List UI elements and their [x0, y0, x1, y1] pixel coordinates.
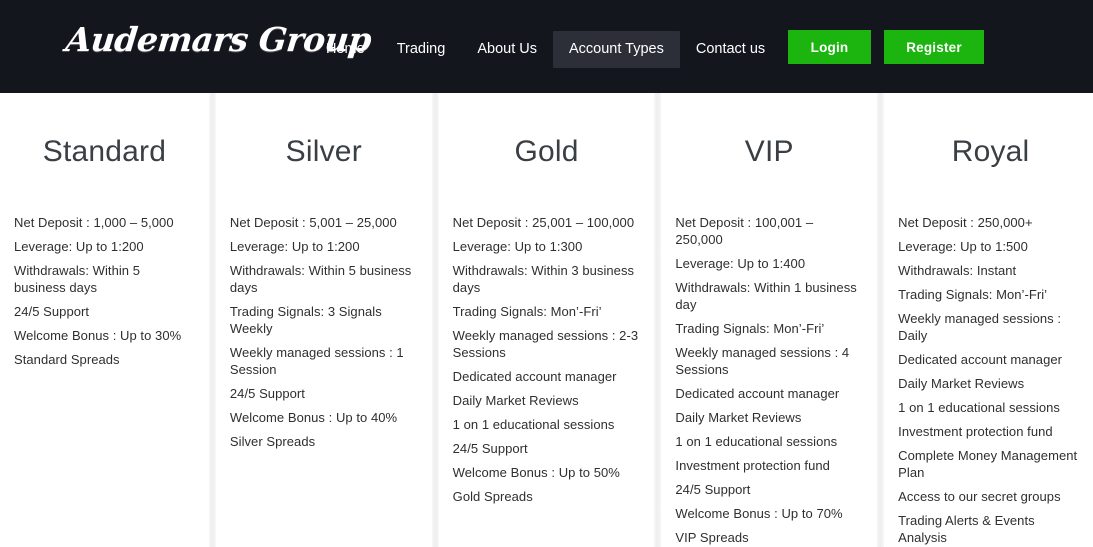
nav-item-trading[interactable]: Trading	[381, 31, 462, 68]
column-divider	[877, 93, 885, 547]
plan-feature-list: Net Deposit : 1,000 – 5,000 Leverage: Up…	[14, 214, 195, 368]
feature-item: Gold Spreads	[452, 489, 533, 504]
feature-item: Withdrawals: Instant	[898, 263, 1017, 278]
feature-item: Net Deposit : 100,001 – 250,000	[675, 215, 814, 247]
plan-feature-list: Net Deposit : 100,001 – 250,000 Leverage…	[675, 214, 863, 546]
nav-item-account-types[interactable]: Account Types	[552, 31, 680, 68]
feature-item: Welcome Bonus : Up to 30%	[14, 328, 182, 343]
feature-item: Standard Spreads	[14, 352, 120, 367]
plan-title: Silver	[285, 135, 362, 168]
feature-item: Complete Money Management Plan	[898, 448, 1078, 480]
feature-item: Net Deposit : 250,000+	[898, 215, 1033, 230]
column-divider	[208, 93, 216, 547]
feature-item: Investment protection fund	[675, 458, 830, 473]
feature-item: Net Deposit : 5,001 – 25,000	[229, 215, 397, 230]
plan-card-vip[interactable]: VIP Net Deposit : 100,001 – 250,000 Leve…	[661, 93, 878, 547]
feature-item: Daily Market Reviews	[898, 376, 1025, 391]
feature-item: Withdrawals: Within 1 business day	[675, 280, 857, 312]
nav-item-home[interactable]: Home	[310, 31, 381, 68]
auth-buttons: Login Register	[788, 30, 984, 64]
plan-title: Gold	[514, 135, 579, 168]
feature-item: Trading Signals: Mon’-Fri’	[675, 321, 825, 336]
feature-item: Trading Alerts & Events Analysis	[898, 513, 1035, 545]
plan-title: Royal	[951, 135, 1030, 168]
plan-feature-list: Net Deposit : 5,001 – 25,000 Leverage: U…	[230, 214, 418, 450]
feature-item: Welcome Bonus : Up to 50%	[452, 465, 620, 480]
feature-item: Leverage: Up to 1:200	[14, 239, 144, 254]
column-divider	[654, 93, 662, 547]
feature-item: Leverage: Up to 1:500	[898, 239, 1028, 254]
feature-item: Dedicated account manager	[898, 352, 1063, 367]
feature-item: Dedicated account manager	[675, 386, 840, 401]
column-divider	[431, 93, 439, 547]
feature-item: 24/5 Support	[229, 386, 305, 401]
nav-item-contact-us[interactable]: Contact us	[680, 31, 781, 68]
plan-card-royal[interactable]: Royal Net Deposit : 250,000+ Leverage: U…	[884, 93, 1093, 547]
feature-item: Investment protection fund	[898, 424, 1053, 439]
feature-item: Access to our secret groups	[898, 489, 1061, 504]
feature-item: Dedicated account manager	[452, 369, 617, 384]
feature-item: Withdrawals: Within 5 business days	[14, 263, 141, 295]
plan-title: Standard	[42, 135, 167, 168]
feature-item: Silver Spreads	[229, 434, 316, 449]
main-navigation: Home Trading About Us Account Types Cont…	[310, 31, 781, 68]
feature-item: Leverage: Up to 1:200	[229, 239, 360, 254]
feature-item: Weekly managed sessions : 4 Sessions	[675, 345, 850, 377]
pricing-table: Standard Net Deposit : 1,000 – 5,000 Lev…	[0, 93, 1093, 547]
feature-item: 1 on 1 educational sessions	[675, 434, 838, 449]
feature-item: Daily Market Reviews	[675, 410, 802, 425]
feature-item: Welcome Bonus : Up to 70%	[675, 506, 843, 521]
plan-title: VIP	[744, 135, 794, 168]
feature-item: Weekly managed sessions : 2-3 Sessions	[452, 328, 639, 360]
feature-item: Withdrawals: Within 3 business days	[452, 263, 635, 295]
plan-feature-list: Net Deposit : 250,000+ Leverage: Up to 1…	[898, 214, 1083, 547]
feature-item: Leverage: Up to 1:300	[452, 239, 583, 254]
feature-item: Net Deposit : 1,000 – 5,000	[14, 215, 174, 230]
feature-item: 24/5 Support	[452, 441, 528, 456]
nav-item-about-us[interactable]: About Us	[461, 31, 553, 68]
feature-item: 1 on 1 educational sessions	[452, 417, 615, 432]
plan-card-silver[interactable]: Silver Net Deposit : 5,001 – 25,000 Leve…	[215, 93, 432, 547]
plan-feature-list: Net Deposit : 25,001 – 100,000 Leverage:…	[453, 214, 641, 505]
feature-item: Weekly managed sessions : Daily	[898, 311, 1062, 343]
register-button[interactable]: Register	[884, 30, 984, 64]
feature-item: Leverage: Up to 1:400	[675, 256, 806, 271]
feature-item: 24/5 Support	[14, 304, 90, 319]
plan-card-standard[interactable]: Standard Net Deposit : 1,000 – 5,000 Lev…	[0, 93, 209, 547]
feature-item: Withdrawals: Within 5 business days	[229, 263, 412, 295]
feature-item: 1 on 1 educational sessions	[898, 400, 1060, 415]
feature-item: Daily Market Reviews	[452, 393, 579, 408]
feature-item: Trading Signals: Mon’-Fri’	[898, 287, 1048, 302]
plan-card-gold[interactable]: Gold Net Deposit : 25,001 – 100,000 Leve…	[438, 93, 655, 547]
site-header: Audemars Group Home Trading About Us Acc…	[0, 0, 1093, 93]
feature-item: Trading Signals: Mon’-Fri’	[452, 304, 602, 319]
feature-item: 24/5 Support	[675, 482, 751, 497]
feature-item: VIP Spreads	[675, 530, 749, 545]
login-button[interactable]: Login	[788, 30, 871, 64]
feature-item: Weekly managed sessions : 1 Session	[229, 345, 404, 377]
feature-item: Net Deposit : 25,001 – 100,000	[452, 215, 635, 230]
feature-item: Welcome Bonus : Up to 40%	[229, 410, 398, 425]
feature-item: Trading Signals: 3 Signals Weekly	[229, 304, 382, 336]
